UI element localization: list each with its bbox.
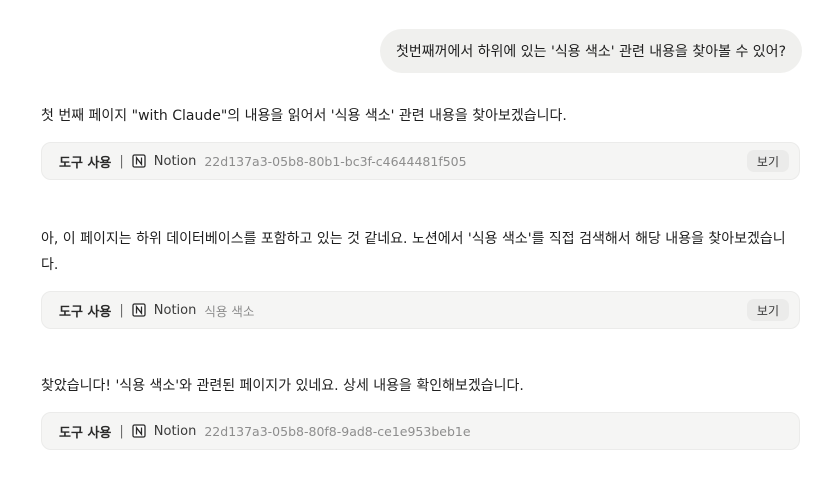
tool-name: Notion: [153, 423, 197, 439]
user-message-bubble: 첫번째꺼에서 하위에 있는 '식용 색소' 관련 내용을 찾아볼 수 있어?: [379, 29, 802, 73]
notion-icon: [132, 303, 146, 317]
tool-argument: 식용 색소: [204, 303, 255, 319]
tool-use-block[interactable]: 도구 사용 | Notion 식용 색소 보기: [41, 291, 800, 329]
separator: |: [119, 153, 124, 169]
notion-icon: [132, 154, 146, 168]
tool-argument: 22d137a3-05b8-80b1-bc3f-c4644481f505: [204, 153, 467, 169]
tool-use-block[interactable]: 도구 사용 | Notion 22d137a3-05b8-80f8-9ad8-c…: [41, 412, 800, 450]
assistant-message: 찾았습니다! '식용 색소'와 관련된 페이지가 있네요. 상세 내용을 확인해…: [41, 378, 524, 394]
tool-name: Notion: [153, 153, 197, 169]
tool-use-label: 도구 사용: [59, 155, 112, 171]
tool-argument: 22d137a3-05b8-80f8-9ad8-ce1e953beb1e: [204, 423, 471, 439]
tool-name: Notion: [153, 302, 197, 318]
tool-use-label: 도구 사용: [59, 304, 112, 320]
view-button[interactable]: 보기: [746, 299, 789, 321]
separator: |: [119, 423, 124, 439]
view-button[interactable]: 보기: [746, 150, 789, 172]
user-message-text: 첫번째꺼에서 하위에 있는 '식용 색소' 관련 내용을 찾아볼 수 있어?: [395, 44, 786, 60]
tool-use-block[interactable]: 도구 사용 | Notion 22d137a3-05b8-80b1-bc3f-c…: [41, 142, 800, 180]
separator: |: [119, 302, 124, 318]
tool-use-label: 도구 사용: [59, 425, 112, 441]
notion-icon: [132, 424, 146, 438]
assistant-message: 첫 번째 페이지 "with Claude"의 내용을 읽어서 '식용 색소' …: [41, 108, 567, 124]
assistant-message: 아, 이 페이지는 하위 데이터베이스를 포함하고 있는 것 같네요. 노션에서…: [41, 231, 786, 273]
